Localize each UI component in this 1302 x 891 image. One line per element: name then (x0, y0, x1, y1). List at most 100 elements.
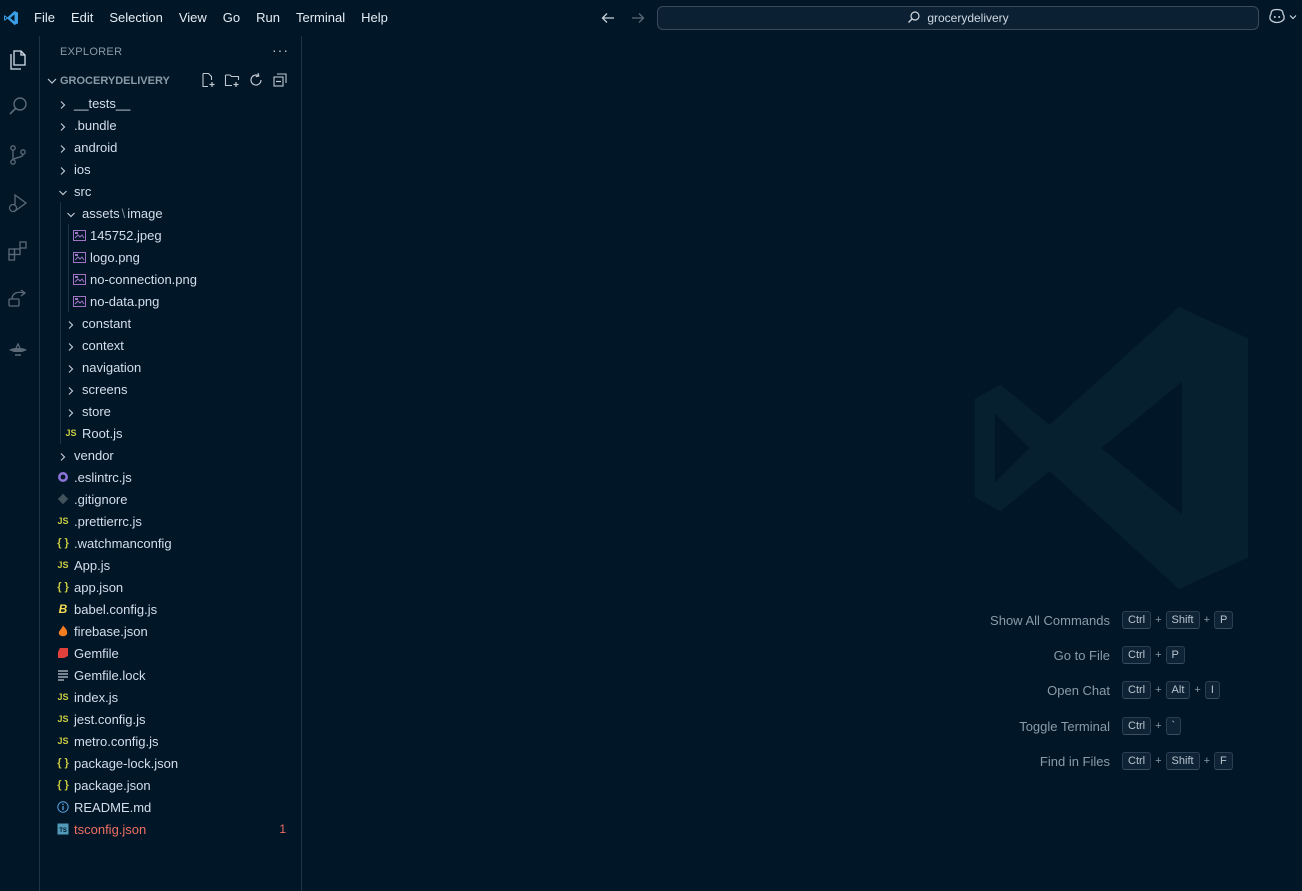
tree-item-label: App.js (74, 557, 111, 573)
tree-file-row[interactable]: JS .prettierrc.js (40, 510, 301, 532)
workspace-root-title: GROCERYDELIVERY (60, 75, 170, 87)
activity-bar (0, 36, 36, 891)
tree-folder-row[interactable]: context (40, 334, 301, 356)
shortcut-row: Go to File Ctrl + P (900, 643, 1240, 667)
menu-selection[interactable]: Selection (101, 0, 170, 36)
search-icon[interactable] (4, 93, 32, 121)
tree-folder-row[interactable]: assets \ image (40, 202, 301, 224)
tree-file-row[interactable]: Gemfile (40, 642, 301, 664)
explorer-files-icon[interactable] (4, 46, 32, 74)
tree-file-row[interactable]: JS Root.js (40, 422, 301, 444)
source-control-icon[interactable] (4, 141, 32, 169)
key-plus: + (1203, 755, 1210, 767)
tree-file-row[interactable]: no-connection.png (40, 268, 301, 290)
chevron-right-icon (66, 340, 76, 351)
keycap: Ctrl (1122, 646, 1152, 664)
tree-file-row[interactable]: .eslintrc.js (40, 466, 301, 488)
tree-file-row[interactable]: Gemfile.lock (40, 664, 301, 686)
tree-file-row[interactable]: 145752.jpeg (40, 224, 301, 246)
menu-terminal[interactable]: Terminal (288, 0, 353, 36)
tree-folder-row[interactable]: ios (40, 158, 301, 180)
tree-item-label: README.md (74, 799, 152, 815)
tree-file-row[interactable]: JS App.js (40, 554, 301, 576)
chevron-down-icon (1288, 10, 1298, 25)
tree-item-label: constant (82, 315, 132, 331)
tree-file-row[interactable]: logo.png (40, 246, 301, 268)
new-folder-icon[interactable] (224, 72, 240, 88)
tree-file-row[interactable]: TS tsconfig.json 1 (40, 818, 301, 840)
file-tree: __tests__ .bundle android ios src assets \ imag… (40, 92, 301, 840)
menu-run[interactable]: Run (248, 0, 288, 36)
json-file-icon: { } (57, 779, 69, 791)
copilot-icon (1268, 8, 1286, 27)
keycap: Ctrl (1122, 752, 1152, 770)
tree-folder-row[interactable]: screens (40, 378, 301, 400)
workspace-root-row[interactable]: GROCERYDELIVERY (40, 70, 301, 92)
extensions-icon[interactable] (4, 237, 32, 265)
tree-file-row[interactable]: { } package-lock.json (40, 752, 301, 774)
tree-folder-row[interactable]: navigation (40, 356, 301, 378)
indent-guide (60, 224, 61, 246)
tree-file-row[interactable]: README.md (40, 796, 301, 818)
tree-file-row[interactable]: Bbabel.config.js (40, 598, 301, 620)
command-center-search[interactable]: grocerydelivery (657, 6, 1259, 30)
run-debug-icon[interactable] (4, 189, 32, 217)
remote-explorer-icon[interactable] (4, 285, 32, 313)
more-actions-button[interactable]: ··· (272, 42, 289, 58)
tree-file-row[interactable]: { } .watchmanconfig (40, 532, 301, 554)
tree-item-label: .prettierrc.js (74, 513, 142, 529)
tree-file-row[interactable]: no-data.png (40, 290, 301, 312)
copilot-button[interactable] (1268, 8, 1298, 27)
forward-arrow-icon[interactable] (628, 8, 648, 28)
tree-folder-row[interactable]: vendor (40, 444, 301, 466)
title-bar: File Edit Selection View Go Run Terminal Help g… (0, 0, 1302, 36)
js-file-icon: JS (57, 736, 69, 746)
indent-guide (68, 246, 69, 268)
lamp-extension-icon[interactable] (4, 333, 32, 361)
tree-file-row[interactable]: .gitignore (40, 488, 301, 510)
indent-guide (60, 334, 61, 356)
tree-file-row[interactable]: JS metro.config.js (40, 730, 301, 752)
menu-file[interactable]: File (26, 0, 63, 36)
indent-guide (60, 422, 61, 444)
tree-folder-row[interactable]: __tests__ (40, 92, 301, 114)
tree-file-row[interactable]: { } package.json (40, 774, 301, 796)
tree-folder-row[interactable]: store (40, 400, 301, 422)
collapse-all-icon[interactable] (272, 72, 288, 88)
tree-file-row[interactable]: firebase.json (40, 620, 301, 642)
chevron-right-icon (66, 384, 76, 395)
tree-file-row[interactable]: JS jest.config.js (40, 708, 301, 730)
back-arrow-icon[interactable] (598, 8, 618, 28)
refresh-icon[interactable] (248, 72, 264, 88)
navigation-arrows (598, 8, 648, 28)
tree-item-label: store (82, 403, 111, 419)
menu-go[interactable]: Go (215, 0, 248, 36)
menu-help[interactable]: Help (353, 0, 396, 36)
keycap: Alt (1165, 681, 1191, 699)
menu-edit[interactable]: Edit (63, 0, 101, 36)
tree-item-label: no-connection.png (90, 271, 197, 287)
folder-name-part: image (127, 205, 163, 221)
path-separator: \ (121, 205, 126, 221)
tree-item-label: jest.config.js (74, 711, 146, 727)
keycap: Ctrl (1122, 611, 1152, 629)
tree-folder-row[interactable]: android (40, 136, 301, 158)
json-file-icon: { } (57, 537, 69, 549)
new-file-icon[interactable] (200, 72, 216, 88)
keycap: Ctrl (1122, 717, 1152, 735)
menu-view[interactable]: View (171, 0, 215, 36)
tree-item-label: .watchmanconfig (74, 535, 172, 551)
chevron-right-icon (66, 318, 76, 329)
indent-guide (60, 378, 61, 400)
tree-folder-row[interactable]: constant (40, 312, 301, 334)
search-icon (907, 10, 921, 27)
tree-folder-row[interactable]: .bundle (40, 114, 301, 136)
tree-file-row[interactable]: JS index.js (40, 686, 301, 708)
chevron-right-icon (58, 164, 68, 175)
key-plus: + (1155, 755, 1162, 767)
tree-item-label: index.js (74, 689, 119, 705)
eslint-icon (56, 470, 70, 484)
tree-folder-row[interactable]: src (40, 180, 301, 202)
shortcut-label: Toggle Terminal (1019, 718, 1110, 734)
tree-file-row[interactable]: { } app.json (40, 576, 301, 598)
